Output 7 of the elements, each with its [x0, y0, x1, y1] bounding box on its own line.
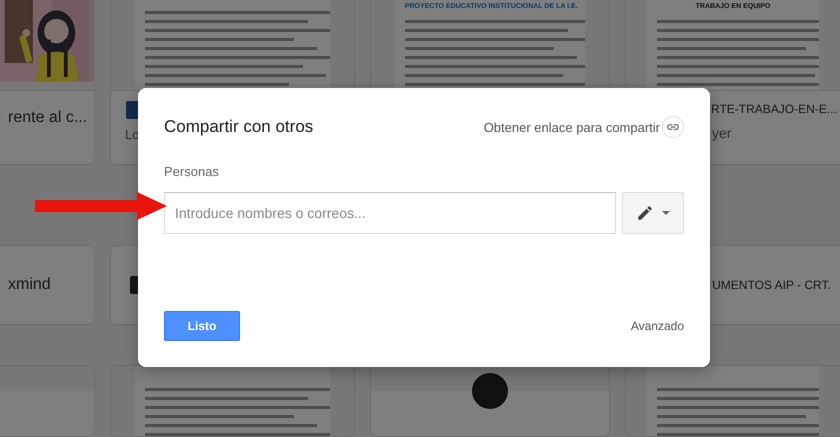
file-title: RTE-TRABAJO-EN-E... — [711, 101, 837, 117]
dialog-title: Compartir con otros — [164, 117, 314, 137]
file-title: xmind — [8, 276, 51, 294]
file-title: UMENTOS AIP - CRT. — [712, 277, 831, 293]
people-label: Personas — [164, 164, 220, 179]
file-owner: yer — [712, 125, 732, 141]
file-title: rente al c... — [8, 109, 88, 127]
